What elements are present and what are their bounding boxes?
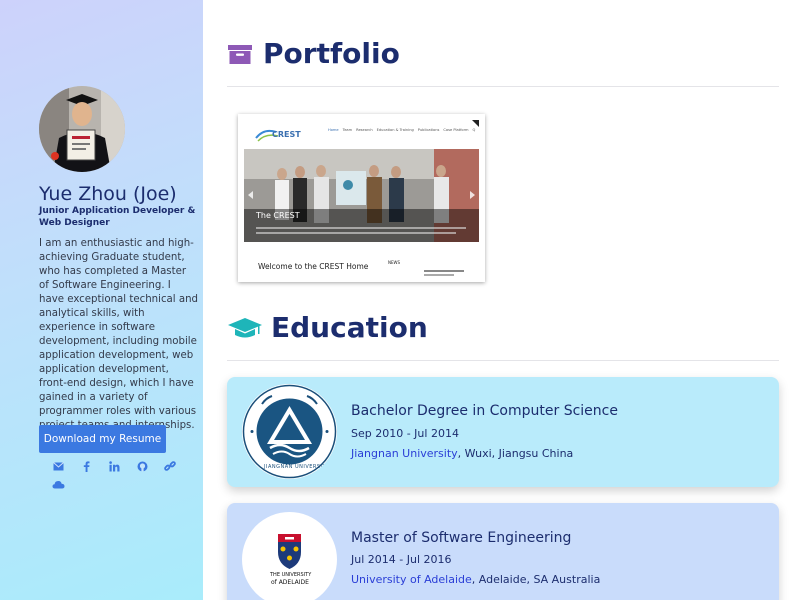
degree-dates: Sep 2010 - Jul 2014 bbox=[351, 427, 459, 440]
facebook-icon[interactable] bbox=[79, 459, 93, 473]
degree-title: Bachelor Degree in Computer Science bbox=[351, 403, 618, 419]
portfolio-title: Portfolio bbox=[263, 37, 400, 70]
education-card-bachelor: JIANGNAN UNIVERSITY Bachelor Degree in C… bbox=[227, 377, 779, 487]
education-divider bbox=[227, 360, 779, 361]
education-title: Education bbox=[271, 311, 428, 344]
crest-nav-education: Education & Training bbox=[376, 128, 414, 132]
degree-dates: Jul 2014 - Jul 2016 bbox=[351, 553, 452, 566]
envelope-icon[interactable] bbox=[51, 459, 65, 473]
adelaide-logo-text-top: THE UNIVERSITY bbox=[270, 572, 312, 578]
portfolio-header: Portfolio bbox=[227, 37, 400, 70]
profile-name: Yue Zhou (Joe) bbox=[39, 183, 177, 205]
jiangnan-logo: JIANGNAN UNIVERSITY bbox=[242, 384, 337, 479]
crest-nav-q: Q bbox=[472, 128, 476, 132]
cloud-icon[interactable] bbox=[51, 477, 65, 491]
education-header: Education bbox=[227, 311, 428, 344]
crest-slide-caption: The CREST bbox=[256, 211, 300, 220]
jiangnan-logo-text: JIANGNAN UNIVERSITY bbox=[264, 464, 330, 470]
crest-logo-text: CREST bbox=[272, 130, 301, 139]
degree-location: Jiangnan University, Wuxi, Jiangsu China bbox=[351, 447, 573, 460]
portfolio-divider bbox=[227, 86, 779, 87]
crest-slider: The CREST bbox=[244, 149, 479, 242]
degree-location: University of Adelaide, Adelaide, SA Aus… bbox=[351, 573, 600, 586]
corner-fold-icon bbox=[472, 120, 479, 127]
crest-nav-team: Team bbox=[342, 128, 353, 132]
crest-nav-home: Home bbox=[328, 128, 339, 132]
profile-role: Junior Application Developer & Web Desig… bbox=[39, 206, 196, 228]
social-links bbox=[51, 459, 181, 491]
crest-news-label: NEWS bbox=[388, 260, 401, 265]
adelaide-logo-text-bottom: of ADELAIDE bbox=[271, 579, 309, 586]
crest-logo: CREST bbox=[254, 126, 302, 148]
crest-news-line-2 bbox=[424, 274, 454, 276]
crest-news-line bbox=[424, 270, 464, 272]
portfolio-item-crest[interactable]: CREST Home Team Research Education & Tra… bbox=[238, 114, 485, 282]
linkedin-icon[interactable] bbox=[107, 459, 121, 473]
adelaide-logo: THE UNIVERSITY of ADELAIDE bbox=[242, 512, 337, 600]
link-icon[interactable] bbox=[163, 459, 177, 473]
crest-nav: Home Team Research Education & Training … bbox=[328, 128, 475, 132]
profile-photo bbox=[39, 86, 125, 172]
profile-bio: I am an enthusiastic and high-achieving … bbox=[39, 238, 199, 431]
school-link[interactable]: Jiangnan University bbox=[351, 447, 458, 460]
archive-icon bbox=[227, 41, 253, 67]
avatar bbox=[39, 86, 125, 172]
crest-site-thumbnail: CREST Home Team Research Education & Tra… bbox=[238, 114, 485, 282]
school-link[interactable]: University of Adelaide bbox=[351, 573, 472, 586]
crest-welcome-text: Welcome to the CREST Home bbox=[258, 262, 369, 271]
crest-nav-publications: Publications bbox=[417, 128, 440, 132]
degree-title: Master of Software Engineering bbox=[351, 530, 572, 546]
download-resume-button[interactable]: Download my Resume bbox=[39, 425, 166, 453]
education-card-master: THE UNIVERSITY of ADELAIDE Master of Sof… bbox=[227, 503, 779, 600]
crest-nav-case-platform: Case Platform bbox=[443, 128, 469, 132]
crest-nav-research: Research bbox=[356, 128, 373, 132]
graduation-cap-icon bbox=[227, 315, 263, 341]
school-location: , Wuxi, Jiangsu China bbox=[457, 447, 574, 460]
github-icon[interactable] bbox=[135, 459, 149, 473]
sidebar: Yue Zhou (Joe) Junior Application Develo… bbox=[0, 0, 203, 600]
school-location: , Adelaide, SA Australia bbox=[471, 573, 601, 586]
